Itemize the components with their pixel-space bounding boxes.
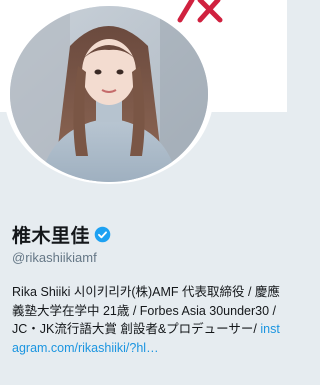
bio-text: Rika Shiiki 시이키리카(株)AMF 代表取締役 / 慶應義塾大学在学… [12, 285, 280, 336]
avatar-photo [10, 6, 208, 182]
profile-handle[interactable]: @rikashiikiamf [12, 250, 97, 265]
name-row: 椎木里佳 [12, 221, 111, 248]
profile-avatar[interactable] [4, 2, 214, 184]
display-name[interactable]: 椎木里佳 [12, 221, 90, 248]
verified-badge-icon [94, 226, 111, 242]
profile-bio: Rika Shiiki 시이키리카(株)AMF 代表取締役 / 慶應義塾大学在学… [12, 283, 280, 357]
